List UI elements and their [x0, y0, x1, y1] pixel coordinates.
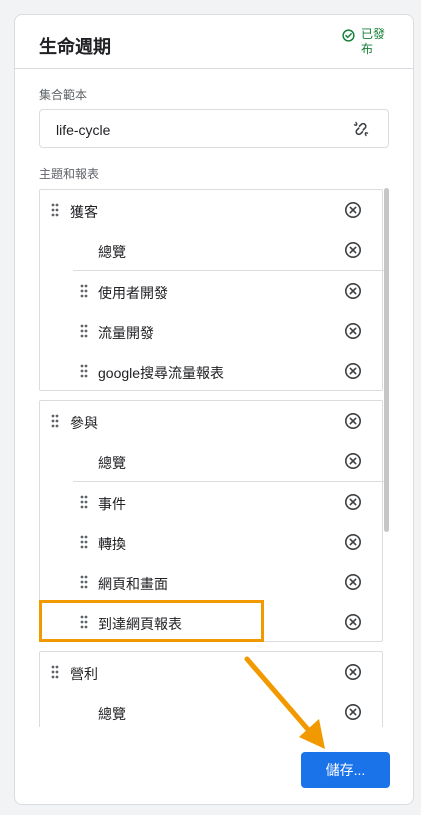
unlink-icon[interactable] [352, 120, 370, 138]
report-row: 網頁和畫面 [40, 562, 382, 602]
report-name: 網頁和畫面 [98, 576, 168, 592]
report-name: 事件 [98, 496, 126, 512]
topics-list[interactable]: 獲客 總覽 使用者開發 流量開發 google搜尋流量報表 參與 總覽 事件 轉… [39, 189, 391, 727]
remove-icon[interactable] [344, 412, 362, 430]
remove-icon[interactable] [344, 322, 362, 340]
remove-icon[interactable] [344, 533, 362, 551]
report-name: 流量開發 [98, 325, 154, 341]
topic-name: 營利 [70, 666, 98, 682]
report-row: 轉換 [40, 522, 382, 562]
report-row: 使用者開發 [40, 271, 382, 311]
remove-icon[interactable] [344, 573, 362, 591]
drag-handle-icon[interactable] [80, 284, 88, 298]
report-name: 使用者開發 [98, 285, 168, 301]
report-name: 總覽 [98, 706, 126, 722]
check-circle-icon [342, 29, 355, 42]
topic-name: 獲客 [70, 204, 98, 220]
remove-icon[interactable] [344, 703, 362, 721]
drag-handle-icon[interactable] [80, 324, 88, 338]
drag-handle-icon[interactable] [80, 495, 88, 509]
remove-icon[interactable] [344, 241, 362, 259]
topic-header-row: 營利 [40, 652, 382, 692]
remove-icon[interactable] [344, 663, 362, 681]
collection-template-label: 集合範本 [39, 88, 88, 102]
remove-icon[interactable] [344, 282, 362, 300]
report-name: 轉換 [98, 536, 126, 552]
remove-icon[interactable] [344, 201, 362, 219]
report-name: google搜尋流量報表 [98, 365, 225, 381]
drag-handle-icon[interactable] [80, 575, 88, 589]
topic-group-engagement: 參與 總覽 事件 轉換 網頁和畫面 到達網頁報表 [39, 400, 384, 642]
topics-reports-label: 主題和報表 [39, 167, 100, 181]
remove-icon[interactable] [344, 362, 362, 380]
report-name: 總覽 [98, 244, 126, 260]
topic-name: 參與 [70, 415, 98, 431]
report-row-landing-page: 到達網頁報表 [40, 602, 382, 642]
drag-handle-icon[interactable] [80, 364, 88, 378]
drag-handle-icon[interactable] [80, 535, 88, 549]
panel-header: 生命週期 已發布 [15, 15, 413, 69]
collection-template-value: life-cycle [56, 122, 111, 138]
remove-icon[interactable] [344, 493, 362, 511]
save-button[interactable]: 儲存... [301, 752, 390, 788]
collection-template-field: life-cycle [39, 109, 389, 148]
remove-icon[interactable] [344, 452, 362, 470]
report-name: 總覽 [98, 455, 126, 471]
list-scrollbar[interactable] [384, 188, 389, 532]
drag-handle-icon[interactable] [51, 414, 59, 428]
report-row: 總覽 [40, 441, 382, 481]
report-name: 到達網頁報表 [98, 616, 182, 632]
report-row: 事件 [40, 482, 382, 522]
topic-header-row: 獲客 [40, 190, 382, 230]
report-row: google搜尋流量報表 [40, 351, 382, 391]
topic-group-acquisition: 獲客 總覽 使用者開發 流量開發 google搜尋流量報表 [39, 189, 384, 391]
drag-handle-icon[interactable] [51, 203, 59, 217]
collection-editor-panel: 生命週期 已發布 集合範本 life-cycle 主題和報表 獲客 總覽 使用者… [14, 14, 414, 805]
drag-handle-icon[interactable] [80, 615, 88, 629]
topic-header-row: 參與 [40, 401, 382, 441]
report-row: 總覽 [40, 230, 382, 270]
panel-title: 生命週期 [39, 37, 111, 57]
drag-handle-icon[interactable] [51, 665, 59, 679]
status-text: 已發布 [361, 27, 386, 56]
topic-group-monetization: 營利 總覽 [39, 651, 383, 727]
report-row: 總覽 [40, 692, 382, 727]
remove-icon[interactable] [344, 613, 362, 631]
report-row: 流量開發 [40, 311, 382, 351]
